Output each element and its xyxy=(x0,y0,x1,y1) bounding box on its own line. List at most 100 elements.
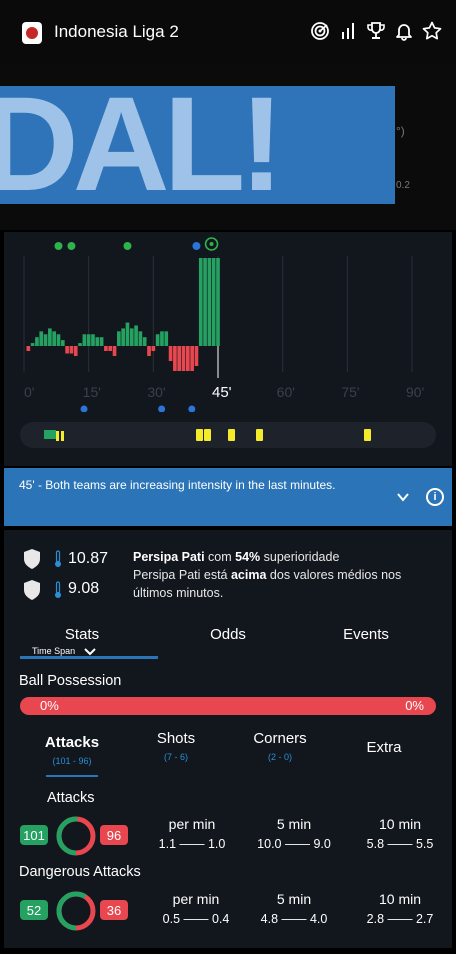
chart-tick-label: 90' xyxy=(406,384,424,400)
event-dot xyxy=(67,242,76,250)
chart-bar-home xyxy=(95,337,100,346)
tab-events[interactable]: Events xyxy=(328,626,404,643)
goal-banner: DAL! xyxy=(0,86,395,204)
subtab-extra[interactable]: Extra xyxy=(340,739,428,756)
subtab-attacks[interactable]: Attacks xyxy=(28,734,116,751)
bell-icon[interactable] xyxy=(394,20,414,42)
attacks-5min-value: 10.0 —— 9.0 xyxy=(257,837,331,851)
chart-bar-away xyxy=(190,346,194,371)
subtab-shots-count: (7 - 6) xyxy=(163,752,188,762)
yellow-card xyxy=(61,431,64,441)
dangerous-10min-value: 2.8 —— 2.7 xyxy=(366,912,434,926)
chart-bar-home xyxy=(56,334,61,346)
dangerous-per-min-value: 0.5 —— 0.4 xyxy=(162,912,230,926)
chart-bar-home xyxy=(117,331,121,346)
yellow-card xyxy=(228,429,235,441)
chart-bar-away xyxy=(73,346,78,356)
chart-bar-home xyxy=(198,258,203,346)
chart-bar-away xyxy=(108,346,113,351)
home-possession: 0% xyxy=(40,698,59,713)
sup-line3: últimos minutos. xyxy=(133,586,224,600)
attacks-per-min-label: per min xyxy=(168,816,216,832)
chart-bar-home xyxy=(134,325,138,346)
info-icon[interactable]: i xyxy=(426,488,444,506)
sup-line2-mid: está xyxy=(200,568,231,582)
trophy-icon[interactable] xyxy=(366,20,386,42)
event-dot xyxy=(80,405,88,412)
tab-odds[interactable]: Odds xyxy=(190,626,266,643)
tab-stats[interactable]: Stats xyxy=(44,626,120,643)
intensity-message: 45' - Both teams are increasing intensit… xyxy=(4,468,452,526)
sup-line2-bold: acima xyxy=(230,568,267,582)
star-icon[interactable] xyxy=(422,20,442,42)
away-attacks-badge: 96 xyxy=(100,825,128,845)
time-span-label: Time Span xyxy=(32,646,76,656)
sup-percent: 54% xyxy=(235,550,261,564)
yellow-card xyxy=(256,429,263,441)
subtab-corners[interactable]: Corners xyxy=(236,730,324,747)
chart-bar-away xyxy=(173,346,177,371)
away-dangerous-badge: 36 xyxy=(100,900,128,920)
league-logo xyxy=(22,22,42,44)
radar-icon[interactable] xyxy=(310,20,330,42)
chart-tick-label: 60' xyxy=(277,384,295,400)
header-actions xyxy=(310,20,442,42)
chart-bar-home xyxy=(129,328,134,346)
thermometer-icon xyxy=(55,550,61,567)
chevron-down-icon[interactable] xyxy=(396,490,410,504)
goal-text: DAL! xyxy=(0,86,284,204)
event-dot xyxy=(192,242,201,250)
dangerous-5min-label: 5 min xyxy=(276,891,312,907)
chart-bar-away xyxy=(181,346,186,371)
momentum-chart: 0' 15' 30' 45' 60' 75' 90' xyxy=(23,237,424,412)
attacks-title: Attacks xyxy=(47,790,95,806)
yellow-card xyxy=(56,431,59,441)
chart-bar-home xyxy=(211,258,216,346)
superiority-text: Persipa Pati com 54% superioridade Persi… xyxy=(133,548,433,602)
home-pressure-value: 10.87 xyxy=(68,550,109,567)
dangerous-attacks-title: Dangerous Attacks xyxy=(19,864,141,880)
intensity-message-text: 45' - Both teams are increasing intensit… xyxy=(19,478,336,492)
chart-bar-home xyxy=(30,343,35,346)
chart-bar-away xyxy=(147,346,151,356)
chart-bar-home xyxy=(203,258,207,346)
attacks-10min-label: 10 min xyxy=(378,816,422,832)
app-header: Indonesia Liga 2 xyxy=(0,0,456,64)
chart-bar-home xyxy=(48,328,52,346)
dangerous-10min-label: 10 min xyxy=(378,891,422,907)
sup-word: superioridade xyxy=(260,550,340,564)
away-shield-icon xyxy=(24,580,40,600)
chart-bar-away xyxy=(26,346,31,351)
sup-team: Persipa Pati xyxy=(133,550,205,564)
chart-bar-away xyxy=(65,346,69,354)
chart-tick-label: 75' xyxy=(341,384,359,400)
chart-bar-home xyxy=(86,334,91,346)
chart-bar-away xyxy=(112,346,117,356)
sup-connector: com xyxy=(204,550,236,564)
ball-possession-bar: 0% 0% xyxy=(20,697,436,715)
event-dot xyxy=(123,242,132,250)
chart-bar-home xyxy=(160,331,164,346)
time-span-select[interactable]: Time Span xyxy=(32,646,96,656)
attacks-10min-value: 5.8 —— 5.5 xyxy=(366,837,434,851)
event-timeline xyxy=(20,422,436,448)
subtab-shots[interactable]: Shots xyxy=(132,730,220,747)
chart-bar-away xyxy=(168,346,173,361)
sup-line2-team: Persipa Pati xyxy=(133,568,201,582)
thermometer-icon xyxy=(55,581,61,598)
chart-bar-home xyxy=(52,331,57,346)
yellow-card xyxy=(196,429,203,441)
chart-bar-home xyxy=(60,340,65,346)
bar-chart-icon[interactable] xyxy=(338,20,358,42)
chart-bar-home xyxy=(121,328,125,346)
hero-faint-text: °) xyxy=(396,124,405,138)
attacks-donut xyxy=(56,816,96,856)
attacks-5min-label: 5 min xyxy=(276,816,312,832)
home-shield-icon xyxy=(24,549,40,569)
goal-ball-icon-center xyxy=(209,242,214,246)
league-title: Indonesia Liga 2 xyxy=(54,22,179,41)
chart-tick-label: 0' xyxy=(24,384,34,400)
yellow-card xyxy=(204,429,211,441)
away-pressure-value: 9.08 xyxy=(68,580,100,597)
chart-bar-home xyxy=(78,343,82,346)
